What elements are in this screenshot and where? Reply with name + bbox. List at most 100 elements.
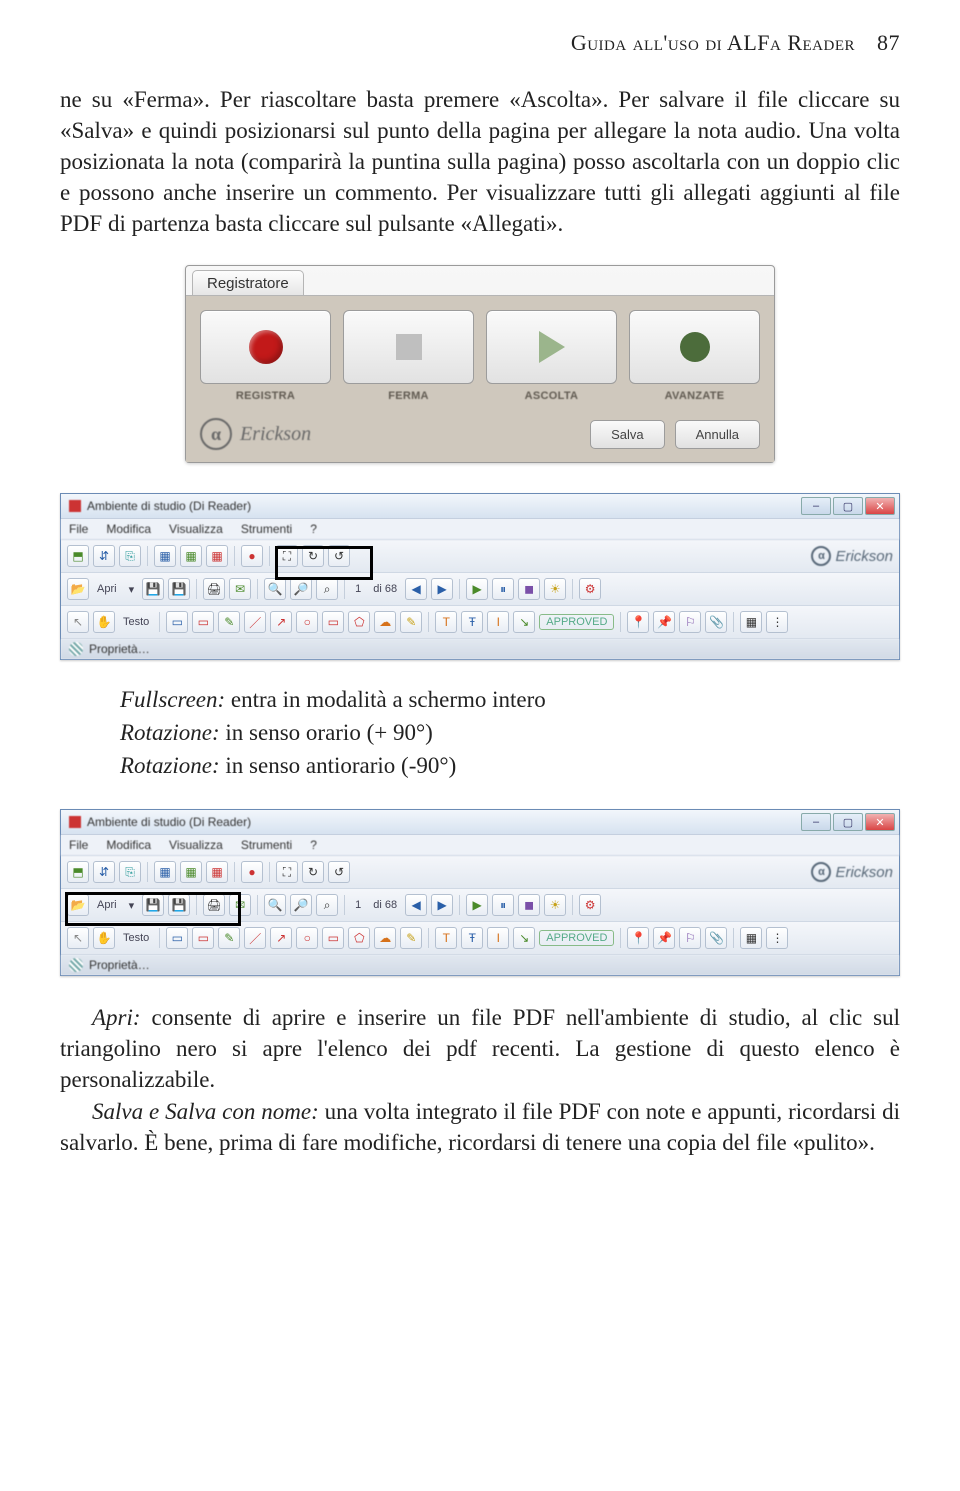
tool-icon[interactable]: ▭ — [192, 611, 214, 633]
tool-icon[interactable]: I — [487, 611, 509, 633]
maximize-button[interactable]: ▢ — [833, 813, 863, 831]
menu-view[interactable]: Visualizza — [169, 838, 223, 852]
tool-icon[interactable]: ↗ — [270, 611, 292, 633]
tool-icon[interactable]: I — [487, 927, 509, 949]
pause-icon[interactable]: ⏸ — [492, 894, 514, 916]
tool-icon[interactable]: ▦ — [154, 545, 176, 567]
tool-icon[interactable]: T — [435, 611, 457, 633]
play-button[interactable] — [486, 310, 617, 384]
tool-icon[interactable]: ▭ — [166, 927, 188, 949]
cursor-icon[interactable]: ↖ — [67, 611, 89, 633]
tool-icon[interactable]: ▭ — [322, 927, 344, 949]
prev-page-icon[interactable]: ◀ — [405, 894, 427, 916]
tool-icon[interactable]: ⌕ — [316, 894, 338, 916]
tool-icon[interactable]: ⬠ — [348, 611, 370, 633]
tool-icon[interactable]: 🔎 — [290, 894, 312, 916]
highlighter-icon[interactable]: ✎ — [400, 611, 422, 633]
tool-icon[interactable]: ⚐ — [679, 927, 701, 949]
fullscreen-button[interactable]: ⛶ — [276, 545, 298, 567]
tool-icon[interactable]: ◼ — [518, 894, 540, 916]
saveas-icon[interactable]: 💾 — [168, 894, 190, 916]
tool-icon[interactable]: ● — [241, 545, 263, 567]
open-button[interactable]: 📂 — [67, 578, 89, 600]
testo-label[interactable]: Testo — [119, 616, 153, 628]
tool-icon[interactable]: ⇵ — [93, 861, 115, 883]
minimize-button[interactable]: – — [801, 813, 831, 831]
open-button[interactable]: 📂 — [67, 894, 89, 916]
next-page-icon[interactable]: ▶ — [431, 578, 453, 600]
tool-icon[interactable]: ↘ — [513, 927, 535, 949]
tool-icon[interactable]: ⚙ — [579, 578, 601, 600]
tool-icon[interactable]: ⬒ — [67, 861, 89, 883]
rotate-ccw-button[interactable]: ↺ — [328, 545, 350, 567]
pin-icon[interactable]: 📍 — [627, 927, 649, 949]
maximize-button[interactable]: ▢ — [833, 497, 863, 515]
cursor-icon[interactable]: ↖ — [67, 927, 89, 949]
tool-icon[interactable]: ↗ — [270, 927, 292, 949]
hand-icon[interactable]: ✋ — [93, 611, 115, 633]
tool-icon[interactable]: ⬠ — [348, 927, 370, 949]
tool-icon[interactable]: Ŧ — [461, 927, 483, 949]
tool-icon[interactable]: 🔎 — [290, 578, 312, 600]
tool-icon[interactable]: ▦ — [180, 545, 202, 567]
tool-icon[interactable]: ⋮ — [766, 927, 788, 949]
menu-tools[interactable]: Strumenti — [241, 838, 292, 852]
prev-page-icon[interactable]: ◀ — [405, 578, 427, 600]
tool-icon[interactable]: T — [435, 927, 457, 949]
minimize-button[interactable]: – — [801, 497, 831, 515]
tool-icon[interactable]: ▭ — [166, 611, 188, 633]
tool-icon[interactable]: ✉ — [229, 578, 251, 600]
properties-bar[interactable]: Proprietà… — [61, 955, 899, 975]
recorder-tab[interactable]: Registratore — [192, 270, 304, 295]
saveas-icon[interactable]: 💾 — [168, 578, 190, 600]
tool-icon[interactable]: ◼ — [518, 578, 540, 600]
pin-icon[interactable]: 📍 — [627, 611, 649, 633]
rotate-cw-button[interactable]: ↻ — [302, 861, 324, 883]
tool-icon[interactable]: ● — [241, 861, 263, 883]
tool-icon[interactable]: ○ — [296, 927, 318, 949]
menu-edit[interactable]: Modifica — [106, 838, 151, 852]
fullscreen-button[interactable]: ⛶ — [276, 861, 298, 883]
tool-icon[interactable]: 🔍 — [264, 894, 286, 916]
tool-icon[interactable]: ▦ — [154, 861, 176, 883]
tool-icon[interactable]: ↘ — [513, 611, 535, 633]
tool-icon[interactable]: ☀ — [544, 578, 566, 600]
tool-icon[interactable]: ⎘ — [119, 861, 141, 883]
tool-icon[interactable]: ⬒ — [67, 545, 89, 567]
record-button[interactable] — [200, 310, 331, 384]
menu-help[interactable]: ? — [310, 838, 317, 852]
tool-icon[interactable]: ⚐ — [679, 611, 701, 633]
tool-icon[interactable]: ⚙ — [579, 894, 601, 916]
print-icon[interactable]: 🖨 — [203, 894, 225, 916]
page-field[interactable]: 1 — [351, 899, 365, 911]
next-page-icon[interactable]: ▶ — [431, 894, 453, 916]
hand-icon[interactable]: ✋ — [93, 927, 115, 949]
tool-icon[interactable]: ／ — [244, 927, 266, 949]
tool-icon[interactable]: ☁ — [374, 611, 396, 633]
properties-bar[interactable]: Proprietà… — [61, 639, 899, 659]
stop-button[interactable] — [343, 310, 474, 384]
tool-icon[interactable]: ⇵ — [93, 545, 115, 567]
tool-icon[interactable]: ✎ — [218, 927, 240, 949]
menu-file[interactable]: File — [69, 522, 88, 536]
save-button[interactable]: Salva — [590, 420, 665, 449]
tool-icon[interactable]: ▦ — [206, 861, 228, 883]
menu-view[interactable]: Visualizza — [169, 522, 223, 536]
advanced-button[interactable] — [629, 310, 760, 384]
tool-icon[interactable]: ✎ — [218, 611, 240, 633]
tool-icon[interactable]: ▦ — [740, 611, 762, 633]
print-icon[interactable]: 🖨 — [203, 578, 225, 600]
menu-help[interactable]: ? — [310, 522, 317, 536]
pause-icon[interactable]: ⏸ — [492, 578, 514, 600]
approved-stamp[interactable]: APPROVED — [539, 614, 614, 630]
tool-icon[interactable]: ／ — [244, 611, 266, 633]
play-icon[interactable]: ▶ — [466, 578, 488, 600]
tool-icon[interactable]: ▦ — [206, 545, 228, 567]
pin-icon[interactable]: 📌 — [653, 611, 675, 633]
menu-edit[interactable]: Modifica — [106, 522, 151, 536]
tool-icon[interactable]: ⌕ — [316, 578, 338, 600]
highlighter-icon[interactable]: ✎ — [400, 927, 422, 949]
tool-icon[interactable]: ▭ — [322, 611, 344, 633]
attach-icon[interactable]: 📎 — [705, 927, 727, 949]
rotate-cw-button[interactable]: ↻ — [302, 545, 324, 567]
